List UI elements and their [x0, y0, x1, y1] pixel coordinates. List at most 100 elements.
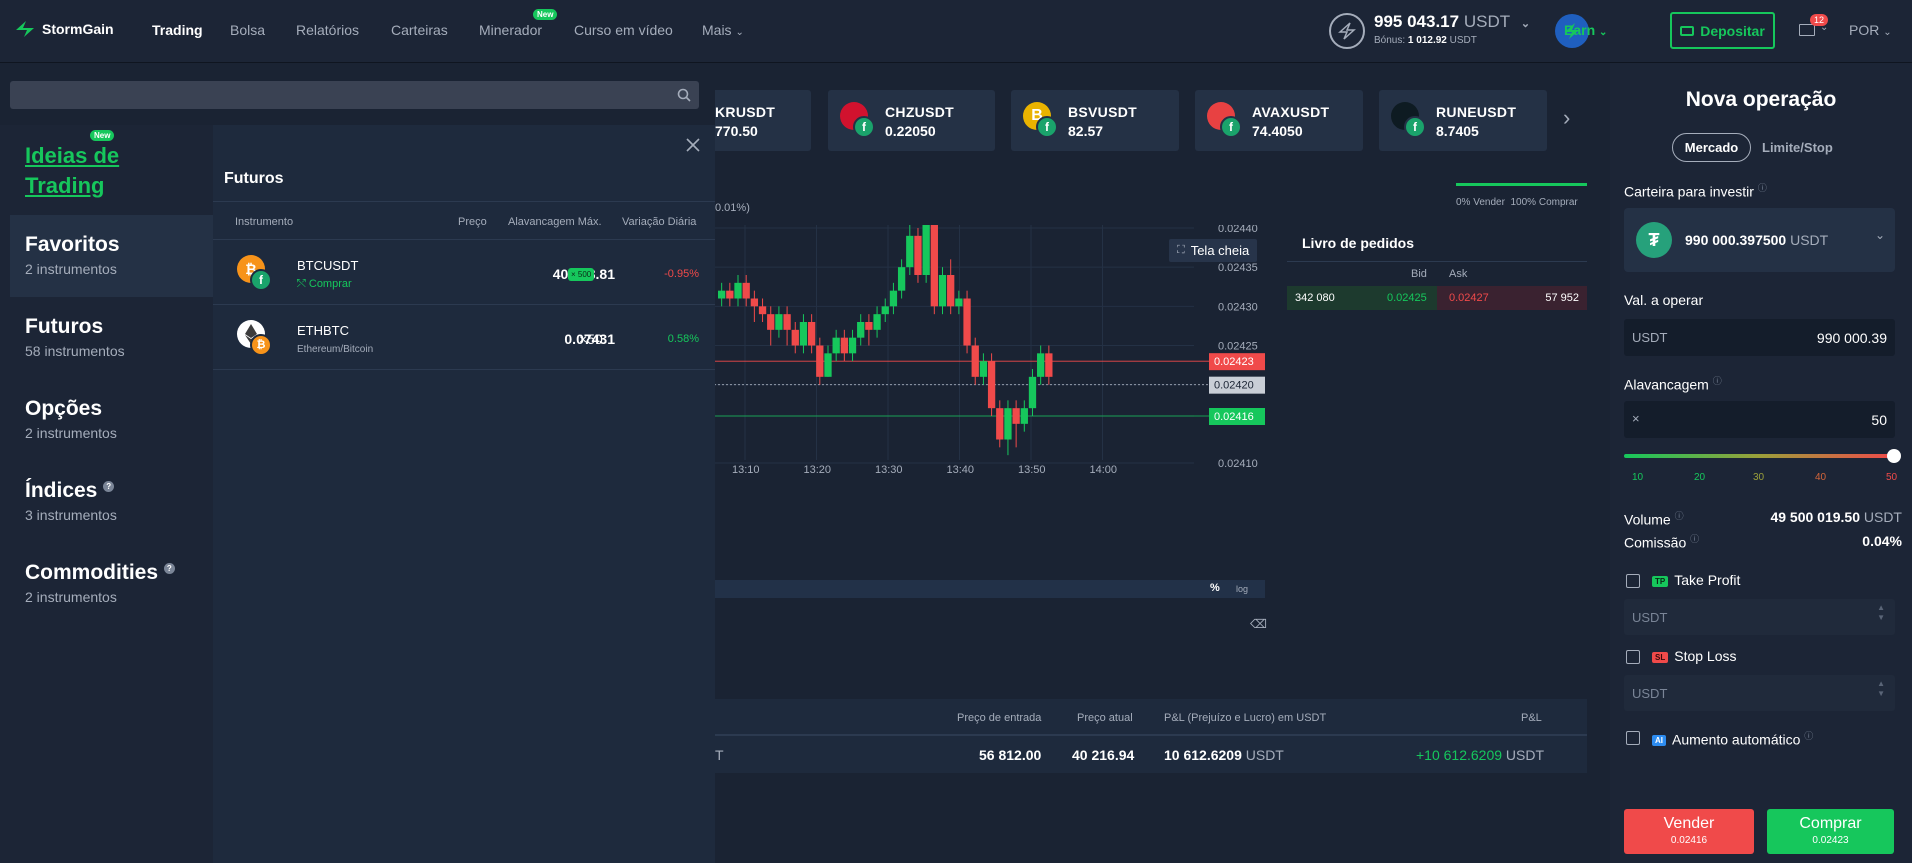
stop-loss-input[interactable]: USDT ▲ ▼: [1624, 675, 1895, 711]
take-profit-input[interactable]: USDT ▲ ▼: [1624, 599, 1895, 635]
eraser-icon[interactable]: ⌫: [1250, 617, 1267, 631]
instrument-row[interactable]: ₿ ETHBTC Ethereum/Bitcoin 0.07431 ×50 0.…: [213, 306, 715, 370]
trading-ideas-link[interactable]: Ideias de Trading: [25, 141, 145, 201]
sentiment-label: 0% Vender 100% Comprar: [1456, 197, 1578, 208]
y-tick-label: 0.02435: [1218, 262, 1258, 274]
tab-limite-stop[interactable]: Limite/Stop: [1762, 140, 1833, 155]
leverage-input[interactable]: × 50: [1624, 401, 1895, 438]
ticker-card[interactable]: f RUNEUSDT 8.7405: [1379, 90, 1547, 151]
category-indices[interactable]: Índices ? 3 instrumentos: [25, 479, 117, 523]
candle-body: [816, 345, 824, 377]
category-count: 2 instrumentos: [25, 261, 117, 277]
category-count: 3 instrumentos: [25, 507, 117, 523]
stop-loss-checkbox[interactable]: [1626, 650, 1640, 664]
candle-body: [1012, 408, 1020, 424]
candle-body: [734, 282, 742, 299]
candle-body: [775, 314, 783, 330]
percent-toggle[interactable]: %: [1210, 582, 1220, 594]
futures-f-icon: f: [1036, 116, 1058, 138]
candle-body: [758, 306, 767, 315]
info-icon: ?: [103, 481, 115, 492]
ticker-price: 74.4050: [1252, 123, 1303, 139]
category-commodities[interactable]: Commodities ? 2 instrumentos: [25, 561, 175, 605]
candle-body: [1045, 353, 1053, 377]
balance-display[interactable]: 995 043.17 USDT ⌄ Bónus: 1 012.92 USDT: [1374, 12, 1530, 46]
col-instrument: Instrumento: [235, 216, 294, 228]
brand-logo[interactable]: StormGain: [14, 20, 114, 38]
category-name: Futuros: [25, 315, 104, 338]
stop-loss-label: Stop Loss: [1674, 648, 1737, 664]
deposit-label: Depositar: [1700, 22, 1765, 39]
instrument-row[interactable]: ₿ f BTCUSDT ⤲ Comprar 40 203.81 × 500 -0…: [213, 241, 715, 305]
ask-size: 57 952: [1545, 292, 1579, 304]
category-opcoes[interactable]: Opções 2 instrumentos: [25, 397, 117, 441]
bonus-label: Bónus:: [1374, 35, 1406, 46]
category-favoritos[interactable]: Favoritos 2 instrumentos: [25, 233, 120, 277]
category-panel: New Ideias de Trading Favoritos 2 instrum…: [0, 125, 213, 863]
balance-value: 995 043.17: [1374, 12, 1460, 31]
nav-mais[interactable]: Mais ⌄: [702, 22, 744, 38]
row-symbol: BTCUSDT: [297, 258, 359, 273]
row-leverage: × 500: [568, 268, 595, 281]
bonus-value: 1 012.92: [1407, 35, 1447, 46]
category-futuros[interactable]: Futuros 58 instrumentos: [25, 315, 125, 359]
search-icon: [677, 88, 691, 102]
price-chart[interactable]: 13:1013:2013:3013:4013:5014:000.024450.0…: [714, 225, 1265, 575]
stepper-icon[interactable]: ▲ ▼: [1877, 603, 1885, 623]
info-icon: ⓘ: [1674, 511, 1684, 521]
ticker-card[interactable]: f CHZUSDT 0.22050: [828, 90, 995, 151]
sell-button[interactable]: Vender 0.02416: [1624, 809, 1754, 854]
col-leverage: Alavancagem Máx.: [508, 216, 602, 228]
category-name: Opções: [25, 397, 103, 420]
ai-tag: AI: [1652, 735, 1666, 747]
search-input[interactable]: [10, 81, 699, 109]
log-toggle[interactable]: log: [1236, 584, 1248, 594]
language-selector[interactable]: POR ⌄: [1849, 22, 1892, 38]
candle-body: [897, 267, 906, 291]
col-entry-price: Preço de entrada: [957, 712, 1042, 724]
nav-bolsa[interactable]: Bolsa: [230, 22, 265, 38]
row-symbol: ETHBTC: [297, 323, 349, 338]
x-tick-label: 13:20: [804, 464, 832, 476]
nav-relatorios[interactable]: Relatórios: [296, 22, 359, 38]
amount-input[interactable]: USDT 990 000.39: [1624, 319, 1895, 356]
chart-scale-bar: % log: [715, 580, 1265, 598]
mail-icon[interactable]: [1799, 24, 1815, 36]
nav-carteiras[interactable]: Carteiras: [391, 22, 448, 38]
take-profit-checkbox[interactable]: [1626, 574, 1640, 588]
candle-body: [914, 235, 922, 275]
info-icon: ⓘ: [1804, 731, 1814, 741]
ticker-card[interactable]: B f BSVUSDT 82.57: [1011, 90, 1179, 151]
position-current: 40 216.94: [1072, 747, 1135, 763]
info-icon: ⓘ: [1712, 376, 1722, 386]
deposit-button[interactable]: Depositar: [1670, 12, 1775, 49]
buy-button[interactable]: Comprar 0.02423: [1767, 809, 1894, 854]
category-count: 2 instrumentos: [25, 425, 117, 441]
leverage-slider-thumb[interactable]: [1887, 449, 1901, 463]
position-pl2: +10 612.6209: [1416, 747, 1503, 763]
ticker-card[interactable]: f AVAXUSDT 74.4050: [1195, 90, 1363, 151]
wallet-value: 990 000.397500: [1685, 232, 1787, 248]
nav-trading[interactable]: Trading: [152, 22, 203, 38]
chevron-right-icon[interactable]: ›: [1563, 105, 1570, 131]
new-badge: New: [533, 9, 558, 20]
candle-body: [824, 353, 832, 377]
wallet-selector[interactable]: ₮ 990 000.397500 USDT ⌄: [1624, 208, 1895, 272]
tab-mercado[interactable]: Mercado: [1672, 133, 1751, 162]
earn-button[interactable]: Earn ⌄: [1564, 22, 1607, 38]
position-row[interactable]: T 56 812.00 40 216.94 10 612.6209 USDT +…: [715, 736, 1587, 773]
close-icon[interactable]: [685, 137, 701, 153]
language-label: POR: [1849, 22, 1880, 38]
nav-minerador[interactable]: Minerador: [479, 22, 542, 38]
position-pl-unit: USDT: [1245, 747, 1284, 763]
candle-body: [971, 345, 979, 377]
price-tag-label: 0.02416: [1214, 411, 1254, 423]
candle-body: [726, 290, 734, 299]
order-book: Livro de pedidos Bid Ask 342 080 0.02425…: [1287, 235, 1587, 310]
nav-curso-video[interactable]: Curso em vídeo: [574, 22, 673, 38]
auto-increase-checkbox[interactable]: [1626, 731, 1640, 745]
orderbook-row[interactable]: 342 080 0.02425 0.02427 57 952: [1287, 286, 1587, 310]
stepper-icon[interactable]: ▲ ▼: [1877, 679, 1885, 699]
wallet-label: Carteira para investir: [1624, 183, 1754, 200]
auto-increase-label: Aumento automático: [1672, 731, 1801, 748]
